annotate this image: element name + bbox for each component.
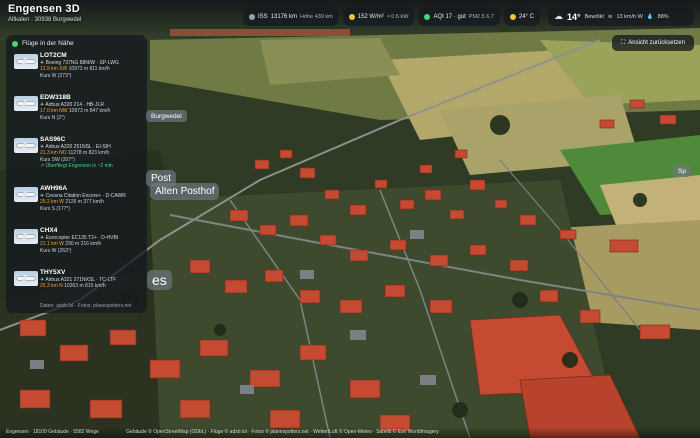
aircraft-photo [14,96,38,111]
flight-overflight-notice: Überfliegt Engensen in ~2 min [45,163,113,169]
map-label-posthof[interactable]: Alten Posthof [150,183,220,200]
humidity-icon: 💧 [646,13,654,20]
flight-item[interactable]: CHX4 ✈ Eurocopter EC135 T2+ · D-HVBI 21.… [12,227,141,269]
flight-callsign: LOT2CM [40,52,67,59]
flight-callsign: SAS96C [40,136,66,143]
flight-course: Kurs W (273°) [40,72,72,79]
aircraft-photo [14,229,38,244]
flight-speed: 823 km/h [88,150,110,156]
attribution: Gebäude © OpenStreetMap (ODbL) · Flüge ©… [126,429,439,435]
aircraft-photo [14,187,38,202]
air-quality-icon [424,13,431,20]
flight-distance: 25.2 km W [40,199,64,205]
map-label-sp[interactable]: Sp [673,165,691,177]
live-indicator-icon [12,40,18,47]
flight-speed: 377 km/h [83,199,104,205]
flight-callsign: EDW318B [40,94,71,101]
flight-speed: 815 km/h [85,283,106,289]
flight-altitude: 2126 m [65,199,82,205]
aircraft-photo [14,271,38,286]
flight-callsign: THY5XV [40,269,66,276]
flight-item[interactable]: AWH96A ✈ Cessna Citation Encore+ · D-CAW… [12,185,141,227]
flight-course: Kurs N (2°) [40,114,65,121]
aqi-sub: PM2.5 6.7 [468,13,494,20]
flight-speed: 847 km/h [89,108,111,114]
reset-view-button[interactable]: ⛶ Ansicht zurücksetzen [612,35,694,51]
aircraft-photo [14,54,38,69]
temp-small-value: 24° C [518,13,534,20]
temperature-status[interactable]: 24° C [503,7,540,26]
app-subtitle: Altkalen · 30938 Burgwedel [8,17,82,23]
flight-altitude: 11278 m [68,150,88,156]
satellite-icon [249,13,255,20]
app-title: Engensen 3D [8,3,80,15]
flight-speed: 216 km/h [80,241,102,247]
sun-icon [348,13,355,20]
weather-widget[interactable]: ☁ 14° Bewölkt ≋ 13 km/h W 💧 88% [548,7,694,26]
flight-altitude: 10973 m [68,66,89,72]
iss-altitude: Höhe 439 km [300,13,333,20]
flight-course: Kurs W (263°) [40,247,72,254]
iss-distance: 13176 km [270,13,298,20]
wind-icon: ≋ [607,13,613,20]
flights-panel-footer: Daten: adsb.lol · Fotos: planespotters.n… [40,303,132,309]
aqi-value: AQI 17 · gut [433,13,466,20]
flight-item[interactable]: THY5XV ✈ Airbus A321 271NXSL · TC-LTF 25… [12,269,141,299]
aircraft-photo [14,138,38,153]
weather-humidity: 88% [657,13,669,20]
flight-altitude: 10973 m [68,108,89,114]
flight-distance: 21.1 km W [40,241,64,247]
solar-sub: ≈ 0.6 kW [386,13,409,20]
scene-stats: Engensen · 18109 Gebäude · 5582 Wege [6,429,99,435]
status-bar: ISS 13176 km Höhe 439 km 152 W/m² ≈ 0.6 … [243,7,540,26]
iss-status[interactable]: ISS 13176 km Höhe 439 km [243,7,339,26]
flights-panel-header: Flüge in der Nähe [12,40,141,47]
map-label-es[interactable]: es [147,270,172,290]
solar-status[interactable]: 152 W/m² ≈ 0.6 kW [342,7,415,26]
weather-wind: 13 km/h W [616,13,643,20]
flight-course: Kurs S (177°) [40,205,71,212]
flight-callsign: CHX4 [40,227,58,234]
flight-distance: 17.0 km NW [40,108,68,114]
bottom-bar: Engensen · 18109 Gebäude · 5582 Wege Geb… [0,427,700,438]
reset-view-label: Ansicht zurücksetzen [628,40,685,46]
sun-small-icon [509,13,516,20]
flight-item[interactable]: EDW318B ✈ Airbus A320 214 · HB-JLR 17.0 … [12,94,141,136]
flights-panel-title: Flüge in der Nähe [22,40,74,47]
flight-distance: 21.3 km NO [40,150,67,156]
map-label-burgwedel[interactable]: Burgwedel [146,110,187,122]
flight-callsign: AWH96A [40,185,68,192]
solar-value: 152 W/m² [357,13,384,20]
flights-panel: Flüge in der Nähe LOT2CM ✈ Boeing 737NG … [6,35,147,313]
cloud-icon: ☁ [554,11,563,21]
weather-condition: Bewölkt [584,13,604,20]
iss-label: ISS [258,13,268,20]
aqi-status[interactable]: AQI 17 · gut PM2.5 6.7 [418,7,500,26]
flight-altitude: 290 m [65,241,80,247]
flight-altitude: 10363 m [64,283,84,289]
flight-item[interactable]: LOT2CM ✈ Boeing 737NG 88N/W · SP-LWG 12.… [12,52,141,94]
flight-speed: 811 km/h [89,66,110,72]
flight-distance: 25.3 km N [40,283,63,289]
weather-temp: 14° [567,11,581,22]
flight-item[interactable]: SAS96C ✈ Airbus A320 251NSL · EI-SIH 21.… [12,136,141,185]
reset-icon: ⛶ [621,39,626,46]
flight-distance: 12.9 km SW [40,66,68,72]
